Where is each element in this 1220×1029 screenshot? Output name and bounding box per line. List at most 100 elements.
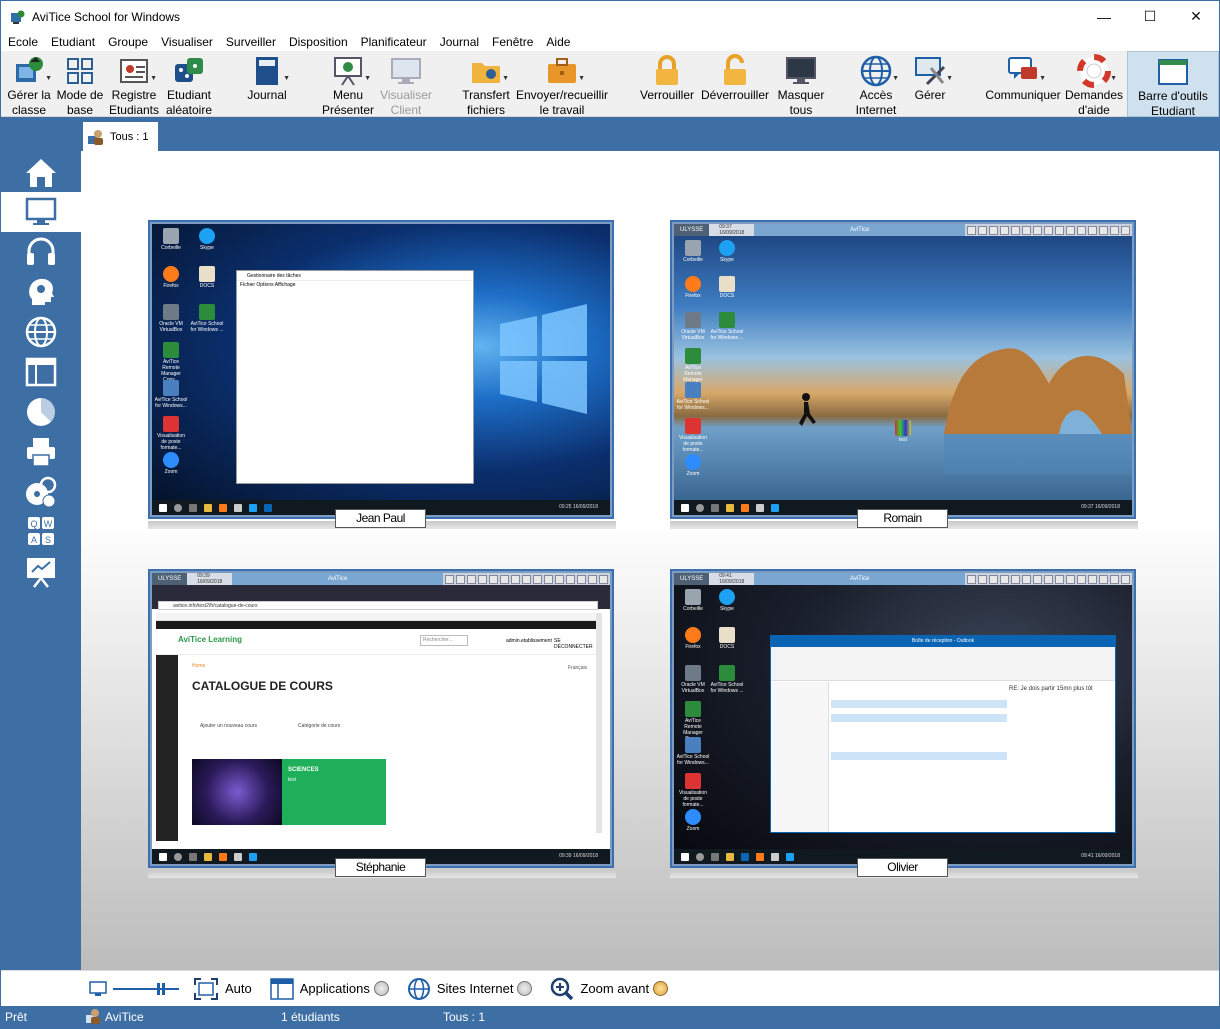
bar-tool-icon[interactable] [978,574,987,584]
bar-tool-icon[interactable] [489,574,498,584]
sidebar-keyboard[interactable]: QWAS [1,512,81,552]
sites-toggle[interactable]: Sites Internet [407,977,533,1001]
bar-tool-icon[interactable] [1088,225,1097,235]
bar-tool-icon[interactable] [1088,574,1097,584]
bar-tool-icon[interactable] [566,574,575,584]
menu-visualiser[interactable]: Visualiser [154,35,219,49]
manage-class-button[interactable]: ▼ Gérer la classe [5,51,53,117]
bar-tool-icon[interactable] [1077,574,1086,584]
bar-tool-icon[interactable] [478,574,487,584]
sidebar-audio[interactable] [1,232,81,272]
student-thumbnail[interactable]: ULYSSE 09:41 16/09/2018 AviTice Corbeill… [670,569,1138,878]
student-thumbnail[interactable]: Corbeille Skype Firefox DOCS Oracle VM V… [148,220,616,529]
sidebar-stats[interactable] [1,392,81,432]
logout-link[interactable]: SE DÉCONNECTER [554,638,596,650]
bar-tool-icon[interactable] [1000,574,1009,584]
random-student-button[interactable]: Etudiant aléatoire [163,51,215,117]
zoom-radio[interactable] [653,981,669,996]
browser-url-bar[interactable]: avitice.info/test2/fr/catalogue-de-cours [158,601,598,610]
bar-tool-icon[interactable] [1022,574,1031,584]
menu-disposition[interactable]: Disposition [282,35,354,49]
bar-tool-icon[interactable] [1055,225,1064,235]
bar-tool-icon[interactable] [456,574,465,584]
menu-surveiller[interactable]: Surveiller [219,35,282,49]
sidebar-print[interactable] [1,432,81,472]
student-name-label[interactable]: Olivier [857,858,948,877]
student-name-label[interactable]: Stéphanie [335,858,426,877]
menu-etudiant[interactable]: Etudiant [44,35,101,49]
minimize-icon[interactable]: — [1081,1,1127,32]
zoom-toggle[interactable]: Zoom avant [550,977,669,1001]
bar-tool-icon[interactable] [989,225,998,235]
view-client-button[interactable]: Visualiser Client [379,51,433,117]
menu-planificateur[interactable]: Planificateur [354,35,433,49]
internet-access-button[interactable]: ▼ Accès Internet [849,51,903,117]
sites-radio[interactable] [517,981,533,996]
hide-all-button[interactable]: Masquer tous [773,51,829,117]
student-name-label[interactable]: Jean Paul [335,509,426,528]
bar-tool-icon[interactable] [1055,574,1064,584]
maximize-icon[interactable]: ☐ [1127,1,1173,32]
bar-tool-icon[interactable] [1099,225,1108,235]
bar-tool-icon[interactable] [989,574,998,584]
site-search-input[interactable]: Rechercher... [420,635,468,646]
menu-groupe[interactable]: Groupe [101,35,154,49]
tab-all[interactable]: Tous : 1 [83,122,158,151]
bar-tool-icon[interactable] [500,574,509,584]
bar-tool-icon[interactable] [522,574,531,584]
language-select[interactable]: Français [568,665,587,671]
manage-button[interactable]: ▼ Gérer [905,51,955,117]
auto-button[interactable]: Auto [193,977,252,1001]
present-menu-button[interactable]: ▼ Menu Présenter [317,51,379,117]
applications-toggle[interactable]: Applications [270,977,389,1001]
bar-tool-icon[interactable] [1110,225,1119,235]
bar-tool-icon[interactable] [544,574,553,584]
bar-tool-icon[interactable] [1044,225,1053,235]
sidebar-internet[interactable] [1,312,81,352]
lock-button[interactable]: Verrouiller [637,51,697,117]
sidebar-layout[interactable] [1,352,81,392]
student-thumbnail[interactable]: ULYSSE 09:39 16/09/2018 AviTice avitice.… [148,569,616,878]
bar-tool-icon[interactable] [1022,225,1031,235]
menu-ecole[interactable]: Ecole [1,35,44,49]
sidebar-test[interactable] [1,272,81,312]
applications-radio[interactable] [373,981,389,996]
close-icon[interactable]: ✕ [1173,1,1219,32]
category-select[interactable]: Catégorie de cours [298,723,340,729]
bar-tool-icon[interactable] [1000,225,1009,235]
bar-tool-icon[interactable] [967,225,976,235]
breadcrumb[interactable]: Home [192,663,205,669]
sidebar-whiteboard[interactable] [1,552,81,592]
bar-tool-icon[interactable] [1033,225,1042,235]
student-toolbar-button[interactable]: Barre d'outils Etudiant [1127,51,1219,118]
student-name-label[interactable]: Romain [857,509,948,528]
bar-tool-icon[interactable] [1066,225,1075,235]
scrollbar[interactable] [596,613,602,833]
bar-tool-icon[interactable] [1033,574,1042,584]
unlock-button[interactable]: Déverrouiller [699,51,771,117]
journal-button[interactable]: ▼ Journal [241,51,293,117]
sidebar-media[interactable] [1,472,81,512]
menu-journal[interactable]: Journal [433,35,485,49]
bar-tool-icon[interactable] [1121,574,1130,584]
admin-link[interactable]: admin.etablissement [506,638,552,644]
bar-tool-icon[interactable] [1011,574,1020,584]
bar-tool-icon[interactable] [599,574,608,584]
bar-tool-icon[interactable] [445,574,454,584]
bar-tool-icon[interactable] [1011,225,1020,235]
bar-tool-icon[interactable] [533,574,542,584]
sidebar-home[interactable] [1,153,81,193]
sidebar-monitor[interactable] [1,192,81,232]
bar-tool-icon[interactable] [577,574,586,584]
course-card[interactable]: SCIENCES test [282,759,386,825]
bar-tool-icon[interactable] [978,225,987,235]
thumbnail-size-slider[interactable] [89,980,185,997]
slider-track[interactable] [113,982,179,996]
bar-tool-icon[interactable] [1044,574,1053,584]
bar-tool-icon[interactable] [967,574,976,584]
file-transfer-button[interactable]: ▼ Transfert fichiers [459,51,513,117]
bar-tool-icon[interactable] [1099,574,1108,584]
bar-tool-icon[interactable] [1110,574,1119,584]
menu-fenetre[interactable]: Fenêtre [485,35,539,49]
base-mode-button[interactable]: Mode de base [55,51,105,117]
